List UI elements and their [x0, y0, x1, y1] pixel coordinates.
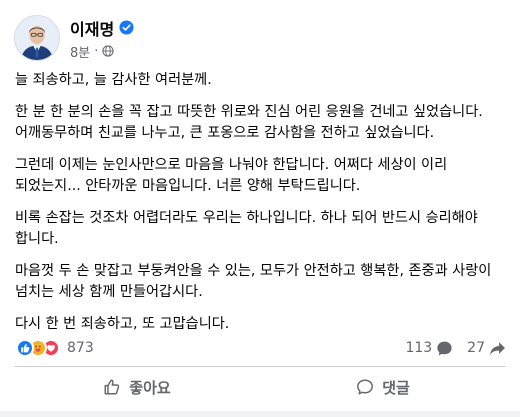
reactions-bar: 873 113 27 — [16, 337, 506, 359]
avatar[interactable] — [14, 15, 60, 61]
comment-bubble-icon — [437, 341, 452, 355]
post-paragraph: 마음껏 두 손 맞잡고 부둥켜안을 수 있는, 모두가 안전하고 행복한, 존중… — [15, 262, 492, 301]
post-paragraph: 비록 손잡는 것조차 어렵더라도 우리는 하나입니다. 하나 되어 반드시 승리… — [15, 209, 478, 248]
post-paragraph: 다시 한 번 죄송하고, 또 고맙습니다. — [15, 315, 230, 332]
avatar-portrait-icon — [15, 16, 59, 60]
like-button-label: 좋아요 — [129, 378, 171, 397]
reactions-count[interactable]: 873 — [67, 340, 94, 356]
card-bottom-edge — [0, 411, 520, 417]
like-icon — [16, 339, 34, 357]
comment-button-label: 댓글 — [382, 378, 410, 397]
dot-separator: · — [94, 43, 99, 59]
post-paragraph: 늘 죄송하고, 늘 감사한 여러분께. — [15, 72, 212, 88]
post-paragraph: 그런데 이제는 눈인사만으로 마음을 나눠야 한답니다. 어쩌다 세상이 이리 … — [15, 156, 448, 195]
engagement-stats: 113 27 — [405, 340, 506, 357]
author-meta: 이재명 8분 · — [70, 16, 134, 61]
verified-badge-icon — [119, 20, 134, 35]
action-bar: 좋아요 댓글 — [14, 370, 506, 404]
post-card: 이재명 8분 · 늘 죄송하고, 늘 감사한 여러분께. 한 분 한 분의 손을… — [0, 0, 520, 417]
like-button[interactable]: 좋아요 — [14, 370, 260, 404]
shares-count: 27 — [467, 340, 485, 356]
post-header: 이재명 8분 · — [14, 14, 134, 62]
comments-stat[interactable]: 113 — [405, 340, 453, 357]
globe-icon — [102, 45, 115, 57]
reaction-icons[interactable] — [16, 339, 60, 357]
post-body: 늘 죄송하고, 늘 감사한 여러분께. 한 분 한 분의 손을 꼭 잡고 따뜻한… — [15, 70, 510, 345]
post-paragraph: 한 분 한 분의 손을 꼭 잡고 따뜻한 위로와 진심 어린 응원을 건네고 싶… — [15, 103, 483, 142]
comment-button[interactable]: 댓글 — [260, 370, 506, 404]
comments-count: 113 — [405, 340, 433, 356]
thumbs-up-icon — [104, 379, 120, 395]
comment-icon — [357, 379, 374, 395]
shares-stat[interactable]: 27 — [467, 340, 506, 357]
divider — [14, 366, 506, 367]
post-time[interactable]: 8분 — [70, 42, 90, 61]
share-arrow-icon — [490, 341, 505, 355]
author-name[interactable]: 이재명 — [70, 16, 114, 40]
